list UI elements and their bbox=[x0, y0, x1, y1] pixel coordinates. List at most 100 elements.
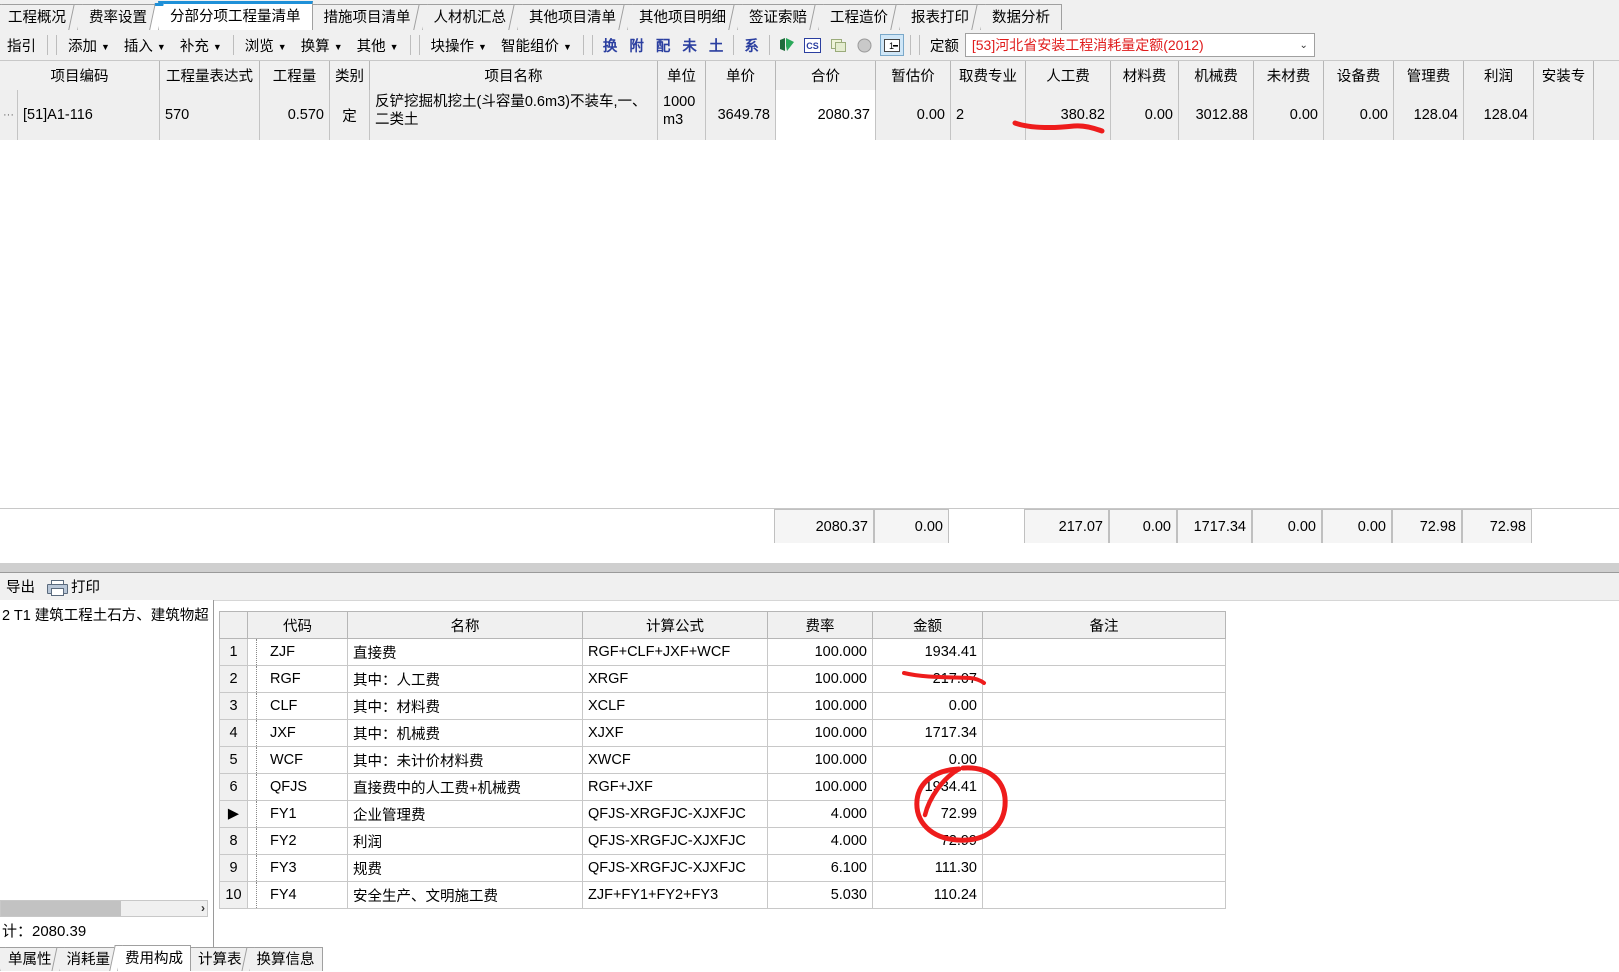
column-header-9[interactable]: 取费专业 bbox=[951, 61, 1026, 90]
fee-row-name[interactable]: 直接费中的人工费+机械费 bbox=[347, 773, 583, 801]
column-header-7[interactable]: 合价 bbox=[776, 61, 876, 90]
cell-7[interactable]: 2080.37 bbox=[776, 90, 876, 140]
fee-row-rate[interactable]: 100.000 bbox=[767, 692, 873, 720]
column-header-8[interactable]: 暂估价 bbox=[876, 61, 951, 90]
column-header-4[interactable]: 项目名称 bbox=[370, 61, 658, 90]
table-row[interactable]: ··· [51]A1-116 570 0.570 定 反铲挖掘机挖土(斗容量0.6m3)不… bbox=[0, 90, 1619, 141]
fee-row-index[interactable]: 2 bbox=[219, 665, 248, 693]
fee-row-formula[interactable]: XJXF bbox=[582, 719, 768, 747]
fee-row-formula[interactable]: RGF+JXF bbox=[582, 773, 768, 801]
fee-table-row[interactable]: 6 QFJS 直接费中的人工费+机械费 RGF+JXF 100.000 1934.41 bbox=[219, 773, 1226, 801]
column-header-10[interactable]: 人工费 bbox=[1026, 61, 1111, 90]
fee-row-remark[interactable] bbox=[982, 881, 1226, 909]
fee-row-amount[interactable]: 110.24 bbox=[872, 881, 983, 909]
cell-15[interactable]: 128.04 bbox=[1394, 90, 1464, 140]
fee-row-name[interactable]: 安全生产、文明施工费 bbox=[347, 881, 583, 909]
toolbar-letter-fu[interactable]: 附 bbox=[623, 33, 650, 58]
fee-row-amount[interactable]: 72.99 bbox=[872, 827, 983, 855]
column-header-11[interactable]: 材料费 bbox=[1111, 61, 1179, 90]
fee-row-remark[interactable] bbox=[982, 692, 1226, 720]
fee-row-index[interactable]: 5 bbox=[219, 746, 248, 774]
fee-row-remark[interactable] bbox=[982, 773, 1226, 801]
fee-row-amount[interactable]: 1934.41 bbox=[872, 773, 983, 801]
fee-row-remark[interactable] bbox=[982, 719, 1226, 747]
toolbar-menu-block-ops[interactable]: 块操作 ▼ bbox=[424, 33, 494, 58]
horizontal-scrollbar[interactable]: › bbox=[0, 900, 208, 917]
print-button[interactable]: 打印 bbox=[41, 576, 106, 597]
fee-row-name[interactable]: 直接费 bbox=[347, 638, 583, 666]
fee-row-formula[interactable]: XWCF bbox=[582, 746, 768, 774]
cell-6[interactable]: 3649.78 bbox=[706, 90, 776, 140]
fee-row-code[interactable]: WCF bbox=[247, 746, 348, 774]
fee-column-header-2[interactable]: 名称 bbox=[347, 611, 583, 639]
column-header-13[interactable]: 未材费 bbox=[1254, 61, 1324, 90]
fee-row-formula[interactable]: XRGF bbox=[582, 665, 768, 693]
cell-3[interactable]: 定 bbox=[330, 90, 370, 140]
fee-row-rate[interactable]: 4.000 bbox=[767, 827, 873, 855]
fee-row-rate[interactable]: 4.000 bbox=[767, 800, 873, 828]
column-header-1[interactable]: 工程量表达式 bbox=[160, 61, 260, 90]
fee-row-amount[interactable]: 1717.34 bbox=[872, 719, 983, 747]
toolbar-letter-pei[interactable]: 配 bbox=[650, 33, 677, 58]
cell-1[interactable]: 570 bbox=[160, 90, 260, 140]
fee-row-formula[interactable]: RGF+CLF+JXF+WCF bbox=[582, 638, 768, 666]
diamond-icon[interactable] bbox=[776, 35, 798, 55]
panel-splitter[interactable] bbox=[0, 563, 1619, 572]
cell-14[interactable]: 0.00 bbox=[1324, 90, 1394, 140]
cell-5[interactable]: 1000 m3 bbox=[658, 90, 706, 140]
fee-row-amount[interactable]: 0.00 bbox=[872, 692, 983, 720]
toolbar-menu-insert[interactable]: 插入 ▼ bbox=[117, 33, 173, 58]
tab-2[interactable]: 分部分项工程量清单 bbox=[158, 1, 313, 30]
fee-row-index[interactable]: 10 bbox=[219, 881, 248, 909]
bottom-tab-4[interactable]: 换算信息 bbox=[248, 947, 323, 971]
fee-column-header-4[interactable]: 费率 bbox=[767, 611, 873, 639]
fee-row-amount[interactable]: 217.07 bbox=[872, 665, 983, 693]
fee-row-formula[interactable]: QFJS-XRGFJC-XJXFJC bbox=[582, 800, 768, 828]
tab-1[interactable]: 费率设置 bbox=[77, 4, 159, 30]
fee-row-remark[interactable] bbox=[982, 638, 1226, 666]
toolbar-menu-add[interactable]: 添加 ▼ bbox=[61, 33, 117, 58]
toolbar-menu-other[interactable]: 其他 ▼ bbox=[350, 33, 406, 58]
fee-row-formula[interactable]: QFJS-XRGFJC-XJXFJC bbox=[582, 827, 768, 855]
fee-row-index[interactable]: 4 bbox=[219, 719, 248, 747]
fee-row-name[interactable]: 规费 bbox=[347, 854, 583, 882]
quota-select[interactable]: [53]河北省安装工程消耗量定额(2012) ⌄ bbox=[964, 33, 1315, 57]
column-header-6[interactable]: 单价 bbox=[706, 61, 776, 90]
fee-row-index[interactable]: 1 bbox=[219, 638, 248, 666]
tab-10[interactable]: 数据分析 bbox=[980, 4, 1062, 30]
tab-5[interactable]: 其他项目清单 bbox=[517, 4, 628, 30]
column-header-15[interactable]: 管理费 bbox=[1394, 61, 1464, 90]
toolbar-guide[interactable]: 指引 bbox=[0, 33, 43, 58]
fee-row-code[interactable]: FY3 bbox=[247, 854, 348, 882]
fee-row-rate[interactable]: 100.000 bbox=[767, 665, 873, 693]
fee-row-formula[interactable]: ZJF+FY1+FY2+FY3 bbox=[582, 881, 768, 909]
fee-row-name[interactable]: 其中：未计价材料费 bbox=[347, 746, 583, 774]
fee-table-row[interactable]: 4 JXF 其中：机械费 XJXF 100.000 1717.34 bbox=[219, 719, 1226, 747]
fee-row-rate[interactable]: 100.000 bbox=[767, 719, 873, 747]
fee-row-code[interactable]: CLF bbox=[247, 692, 348, 720]
tab-4[interactable]: 人材机汇总 bbox=[421, 4, 518, 30]
fee-row-remark[interactable] bbox=[982, 746, 1226, 774]
toolbar-menu-smart-pricing[interactable]: 智能组价 ▼ bbox=[494, 33, 579, 58]
column-header-0[interactable]: 项目编码 bbox=[0, 61, 160, 90]
cell-10[interactable]: 380.82 bbox=[1026, 90, 1111, 140]
fee-row-remark[interactable] bbox=[982, 665, 1226, 693]
cell-9[interactable]: 2 bbox=[951, 90, 1026, 140]
fee-table-row[interactable]: 10 FY4 安全生产、文明施工费 ZJF+FY1+FY2+FY3 5.030 110.2… bbox=[219, 881, 1226, 909]
numbered-icon[interactable]: 1 bbox=[879, 34, 904, 56]
circle-icon[interactable] bbox=[854, 35, 876, 55]
fee-row-code[interactable]: FY4 bbox=[247, 881, 348, 909]
fee-row-rate[interactable]: 100.000 bbox=[767, 638, 873, 666]
tab-6[interactable]: 其他项目明细 bbox=[627, 4, 738, 30]
fee-row-code[interactable]: FY2 bbox=[247, 827, 348, 855]
fee-row-code[interactable]: FY1 bbox=[247, 800, 348, 828]
fee-row-amount[interactable]: 111.30 bbox=[872, 854, 983, 882]
column-header-16[interactable]: 利润 bbox=[1464, 61, 1534, 90]
fee-row-code[interactable]: JXF bbox=[247, 719, 348, 747]
fee-row-name[interactable]: 企业管理费 bbox=[347, 800, 583, 828]
fee-table-row[interactable]: 9 FY3 规费 QFJS-XRGFJC-XJXFJC 6.100 111.30 bbox=[219, 854, 1226, 882]
fee-column-header-1[interactable]: 代码 bbox=[247, 611, 348, 639]
cell-12[interactable]: 3012.88 bbox=[1179, 90, 1254, 140]
window-icon[interactable] bbox=[828, 35, 850, 55]
toolbar-letter-xi[interactable]: 系 bbox=[738, 33, 765, 58]
